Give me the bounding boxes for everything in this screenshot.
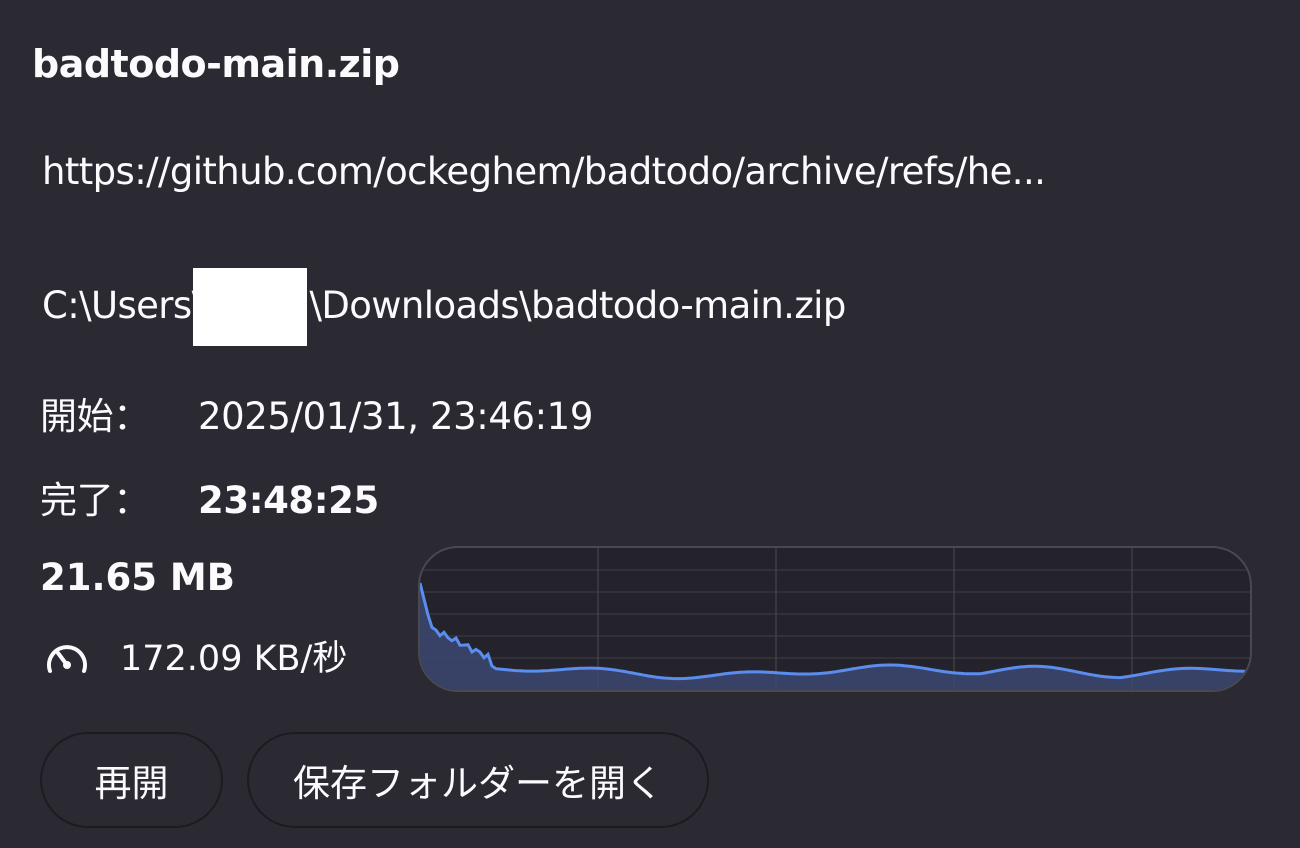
source-url: https://github.com/ockeghem/badtodo/arch… bbox=[42, 150, 1046, 193]
resume-button[interactable]: 再開 bbox=[40, 732, 223, 828]
completed-time-row: 完了： 23:48:25 bbox=[40, 470, 379, 524]
start-time-label: 開始： bbox=[40, 395, 150, 438]
download-details-panel: badtodo-main.zip https://github.com/ocke… bbox=[0, 0, 1300, 848]
speed-graph bbox=[418, 546, 1252, 692]
save-path: C:\Users\ \Downloads\badtodo-main.zip bbox=[42, 268, 846, 346]
download-speed: 172.09 KB/秒 bbox=[44, 630, 347, 681]
speed-graph-line bbox=[420, 582, 1248, 681]
start-time-row: 開始： 2025/01/31, 23:46:19 bbox=[40, 386, 593, 440]
file-name: badtodo-main.zip bbox=[32, 42, 400, 86]
save-path-prefix: C:\Users\ bbox=[42, 284, 204, 327]
file-size: 21.65 MB bbox=[40, 556, 235, 599]
download-speed-value: 172.09 KB/秒 bbox=[120, 639, 348, 679]
speed-graph-grid bbox=[420, 548, 1250, 690]
speed-graph-canvas bbox=[420, 548, 1250, 690]
completed-time-value: 23:48:25 bbox=[198, 479, 379, 522]
start-time-value: 2025/01/31, 23:46:19 bbox=[198, 395, 593, 438]
completed-time-label: 完了： bbox=[40, 479, 150, 522]
redacted-username bbox=[193, 268, 308, 346]
open-folder-button[interactable]: 保存フォルダーを開く bbox=[247, 732, 709, 828]
gauge-icon bbox=[47, 644, 87, 673]
save-path-suffix: \Downloads\badtodo-main.zip bbox=[309, 284, 846, 327]
